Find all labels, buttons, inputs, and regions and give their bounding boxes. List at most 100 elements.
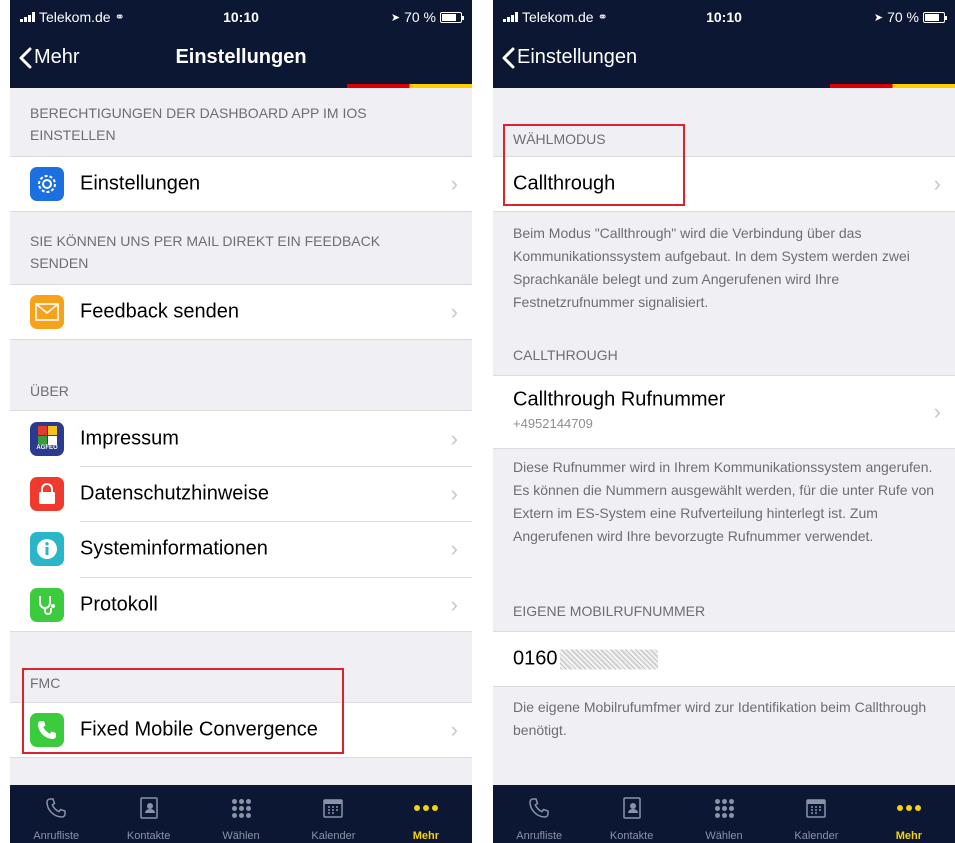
mail-icon — [30, 295, 64, 329]
navigation-bar: Mehr Einstellungen — [10, 32, 472, 84]
callthrough-settings: WÄHLMODUS Callthrough › Beim Modus "Call… — [493, 88, 955, 785]
tab-dial[interactable]: Wählen — [678, 785, 770, 843]
tab-calendar[interactable]: Kalender — [770, 785, 862, 843]
chevron-right-icon: › — [450, 591, 458, 617]
fmc-label: Fixed Mobile Convergence — [80, 718, 318, 741]
stethoscope-icon — [30, 587, 64, 622]
tab-label: Anrufliste — [516, 830, 563, 842]
chevron-right-icon: › — [450, 480, 458, 506]
status-bar: Telekom.de ⚭ 10:10 ➤ 70 % — [10, 0, 472, 32]
chevron-right-icon: › — [450, 299, 458, 324]
settings-cell[interactable]: Einstellungen › — [10, 156, 472, 212]
tab-label: Kontakte — [609, 830, 654, 842]
settings-gear-icon — [30, 167, 64, 201]
navigation-bar: Einstellungen — [493, 32, 955, 84]
callthrough-number-cell[interactable]: Callthrough Rufnummer +4952144709 › — [493, 375, 955, 449]
section-header-feedback: SIE KÖNNEN UNS PER MAIL DIREKT EIN FEEDB… — [30, 233, 381, 271]
tab-label: Kalender — [794, 830, 839, 842]
dial-mode-value: Callthrough — [513, 172, 616, 195]
battery-icon — [923, 11, 947, 23]
section-header-fmc: FMC — [30, 675, 61, 691]
tab-call-list[interactable]: Anrufliste — [493, 785, 585, 843]
mobile-number-description: Die eigene Mobilrufumfmer wird zur Ident… — [513, 699, 927, 738]
about-group: AGFEO Impressum › Datenschutzhinweise › … — [10, 410, 472, 632]
phone-outline-icon — [526, 795, 552, 821]
callthrough-number-value: +4952144709 — [513, 416, 593, 431]
more-icon — [413, 795, 439, 821]
settings-list: BERECHTIGUNGEN DER DASHBOARD APP IM IOS … — [10, 88, 472, 785]
info-icon — [30, 532, 64, 566]
calendar-icon — [803, 795, 829, 821]
privacy-label: Datenschutzhinweise — [80, 482, 269, 504]
log-label: Protokoll — [80, 593, 158, 615]
contacts-icon — [136, 795, 162, 821]
section-header-callthrough: CALLTHROUGH — [513, 347, 618, 363]
location-icon: ➤ — [390, 11, 401, 24]
agfeo-logo-icon: AGFEO — [30, 421, 64, 456]
mobile-number-prefix: 0160 — [513, 647, 558, 670]
back-button[interactable]: Einstellungen — [501, 46, 637, 69]
mobile-number-value: 0160 — [513, 648, 658, 671]
battery-icon — [440, 11, 464, 23]
impressum-cell[interactable]: AGFEO Impressum › — [10, 411, 472, 467]
battery: ➤ 70 % — [390, 9, 464, 25]
chevron-right-icon: › — [933, 399, 941, 424]
tab-calendar[interactable]: Kalender — [287, 785, 379, 843]
page-title: Einstellungen — [175, 46, 307, 68]
back-label: Einstellungen — [517, 46, 638, 68]
chevron-right-icon: › — [450, 536, 458, 561]
keypad-icon — [228, 795, 254, 821]
tab-label: Wählen — [705, 830, 743, 842]
feedback-label: Feedback senden — [80, 300, 240, 323]
dial-mode-description: Beim Modus "Callthrough" wird die Verbin… — [513, 225, 910, 310]
callthrough-description: Diese Rufnummer wird in Ihrem Kommunikat… — [513, 459, 935, 544]
agfeo-logo-text: AGFEO — [36, 445, 58, 451]
chevron-right-icon: › — [450, 717, 458, 742]
keypad-icon — [711, 795, 737, 821]
tab-more[interactable]: Mehr — [863, 785, 955, 843]
system-info-label: Systeminformationen — [80, 537, 268, 560]
battery-percent: 70 % — [404, 9, 436, 25]
agfeo-logo-squares — [37, 426, 57, 445]
phone-screen-right: Telekom.de ⚭ 10:10 ➤ 70 % Einstellungen … — [493, 0, 955, 843]
chevron-right-icon: › — [450, 425, 458, 451]
impressum-label: Impressum — [80, 427, 179, 449]
section-header-dial-mode: WÄHLMODUS — [513, 131, 606, 147]
fmc-cell[interactable]: Fixed Mobile Convergence › — [10, 702, 472, 758]
status-bar: Telekom.de ⚭ 10:10 ➤ 70 % — [493, 0, 955, 32]
tab-label: Kontakte — [126, 830, 171, 842]
tab-label: Mehr — [412, 830, 439, 842]
chevron-left-icon — [502, 47, 515, 68]
callthrough-number-label: Callthrough Rufnummer — [513, 388, 726, 411]
tab-contacts[interactable]: Kontakte — [585, 785, 677, 843]
lock-icon — [30, 476, 64, 511]
section-header-mobile-number: EIGENE MOBILRUFNUMMER — [513, 603, 706, 619]
battery: ➤ 70 % — [873, 9, 947, 25]
redacted-number — [559, 649, 658, 670]
more-icon — [896, 795, 922, 821]
tab-dial[interactable]: Wählen — [195, 785, 287, 843]
battery-percent: 70 % — [887, 9, 919, 25]
settings-label: Einstellungen — [80, 172, 201, 195]
mobile-number-cell[interactable]: 0160 — [493, 631, 955, 687]
system-info-cell[interactable]: Systeminformationen › — [10, 521, 472, 578]
feedback-cell[interactable]: Feedback senden › — [10, 284, 472, 340]
tab-bar: Anrufliste Kontakte Wählen Kalender Mehr — [10, 785, 472, 843]
tab-label: Wählen — [222, 830, 260, 842]
log-cell[interactable]: Protokoll › — [10, 577, 472, 632]
privacy-cell[interactable]: Datenschutzhinweise › — [10, 466, 472, 522]
tab-more[interactable]: Mehr — [380, 785, 472, 843]
section-header-about: ÜBER — [30, 383, 69, 399]
location-icon: ➤ — [873, 11, 884, 24]
tab-label: Kalender — [311, 830, 356, 842]
phone-screen-left: Telekom.de ⚭ 10:10 ➤ 70 % Mehr Einstellu… — [10, 0, 472, 843]
phone-icon — [30, 713, 64, 747]
tab-label: Mehr — [895, 830, 922, 842]
dial-mode-cell[interactable]: Callthrough › — [493, 156, 955, 212]
tab-call-list[interactable]: Anrufliste — [10, 785, 102, 843]
phone-outline-icon — [43, 795, 69, 821]
tab-contacts[interactable]: Kontakte — [102, 785, 194, 843]
tab-bar: Anrufliste Kontakte Wählen Kalender Mehr — [493, 785, 955, 843]
contacts-icon — [619, 795, 645, 821]
chevron-right-icon: › — [933, 171, 941, 196]
